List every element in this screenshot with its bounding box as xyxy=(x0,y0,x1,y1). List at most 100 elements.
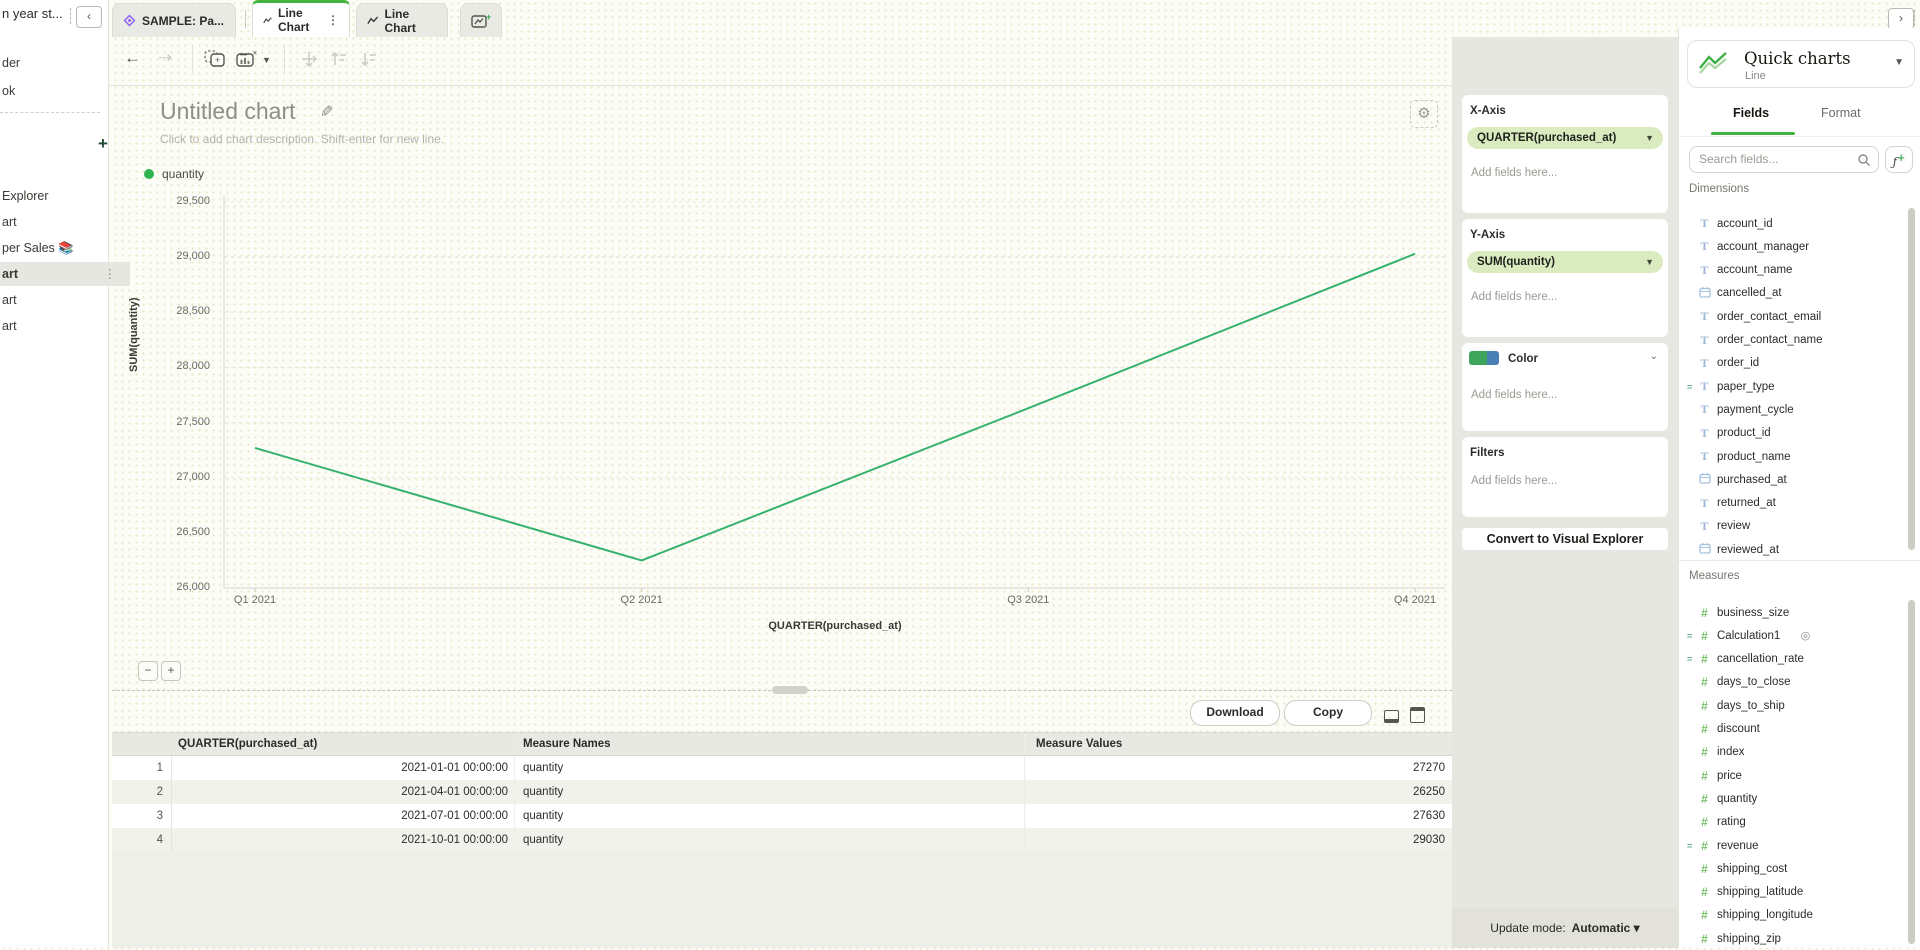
chart-settings-gear-icon[interactable]: ⚙ xyxy=(1410,100,1438,128)
measure-item-index[interactable]: #index xyxy=(1679,741,1904,764)
tab-line-chart[interactable]: Line Chart xyxy=(356,3,448,37)
column-header[interactable]: Measure Names xyxy=(515,733,1025,755)
column-header[interactable]: QUARTER(purchased_at) xyxy=(172,733,515,755)
table-row[interactable]: 42021-10-01 00:00:00quantity29030 xyxy=(112,828,1456,852)
sidebar-nav-item[interactable]: der xyxy=(2,56,20,70)
color-collapse-icon[interactable]: ⌄ xyxy=(1650,351,1658,362)
field-label: revenue xyxy=(1717,840,1759,852)
zoom-in-button[interactable]: + xyxy=(161,661,181,681)
dimension-item-paper_type[interactable]: =Tpaper_type xyxy=(1679,375,1904,398)
measure-item-rating[interactable]: #rating xyxy=(1679,811,1904,834)
convert-to-visual-explorer-button[interactable]: Convert to Visual Explorer xyxy=(1462,528,1668,550)
y-axis-title: SUM(quantity) xyxy=(128,297,140,372)
minimize-table-icon[interactable] xyxy=(1384,710,1399,723)
measure-item-days_to_close[interactable]: #days_to_close xyxy=(1679,671,1904,694)
dimension-item-order_id[interactable]: Torder_id xyxy=(1679,352,1904,375)
sidebar-nav-item[interactable]: ok xyxy=(2,84,15,98)
pill-caret-icon[interactable]: ▼ xyxy=(1645,127,1654,149)
table-row[interactable]: 12021-01-01 00:00:00quantity27270 xyxy=(112,756,1456,780)
filters-drop-placeholder[interactable]: Add fields here... xyxy=(1471,475,1557,487)
measure-item-shipping_longitude[interactable]: #shipping_longitude xyxy=(1679,904,1904,927)
dimension-item-account_id[interactable]: Taccount_id xyxy=(1679,212,1904,235)
measure-item-business_size[interactable]: #business_size xyxy=(1679,601,1904,624)
text-field-icon: T xyxy=(1698,519,1711,534)
edit-pencil-icon[interactable]: ✎ xyxy=(320,102,333,122)
number-field-icon: # xyxy=(1698,839,1711,853)
x-axis-drop-placeholder[interactable]: Add fields here... xyxy=(1471,167,1557,179)
sidebar-collapse-button[interactable]: ‹ xyxy=(76,6,102,28)
tab-format[interactable]: Format xyxy=(1821,106,1861,120)
chart-plot-area[interactable]: 26,00026,50027,00027,50028,00028,50029,0… xyxy=(108,190,1452,660)
add-page-button[interactable]: + xyxy=(98,134,108,154)
field-label: order_id xyxy=(1717,357,1759,369)
tab-sample-dataset[interactable]: SAMPLE: Pa... xyxy=(112,3,236,37)
series-line-quantity xyxy=(255,254,1415,561)
splitter-drag-handle[interactable] xyxy=(772,686,808,694)
column-header[interactable]: Measure Values xyxy=(1025,733,1456,755)
dimension-item-order_contact_name[interactable]: Torder_contact_name xyxy=(1679,329,1904,352)
dimension-item-review[interactable]: Treview xyxy=(1679,515,1904,538)
dimension-item-product_name[interactable]: Tproduct_name xyxy=(1679,445,1904,468)
search-fields-input[interactable]: Search fields... xyxy=(1689,146,1879,173)
table-row[interactable]: 22021-04-01 00:00:00quantity26250 xyxy=(112,780,1456,804)
measure-item-revenue[interactable]: =#revenue xyxy=(1679,834,1904,857)
measure-item-shipping_latitude[interactable]: #shipping_latitude xyxy=(1679,881,1904,904)
dimension-item-purchased_at[interactable]: purchased_at xyxy=(1679,468,1904,491)
dimension-item-account_manager[interactable]: Taccount_manager xyxy=(1679,235,1904,258)
cell-measure-name: quantity xyxy=(515,756,1025,780)
zoom-out-button[interactable]: − xyxy=(138,661,158,681)
dataset-icon xyxy=(123,14,136,27)
number-field-icon: # xyxy=(1698,932,1711,946)
maximize-table-icon[interactable] xyxy=(1410,707,1425,723)
new-chart-tab-button[interactable]: + xyxy=(460,3,502,37)
quick-charts-selector[interactable]: Quick charts Line ▼ xyxy=(1687,40,1915,88)
measure-item-cancellation_rate[interactable]: =#cancellation_rate xyxy=(1679,648,1904,671)
copy-button[interactable]: Copy xyxy=(1284,700,1372,726)
tab-fields[interactable]: Fields xyxy=(1733,106,1769,120)
measure-item-shipping_zip[interactable]: #shipping_zip xyxy=(1679,927,1904,950)
pill-caret-icon[interactable]: ▼ xyxy=(1645,251,1654,273)
measure-item-price[interactable]: #price xyxy=(1679,764,1904,787)
field-label: days_to_close xyxy=(1717,676,1791,688)
add-formula-button[interactable]: ƒ+ xyxy=(1885,146,1913,173)
left-sidebar: n year st... der ok Explorerartper Sales… xyxy=(0,0,109,948)
result-table[interactable]: QUARTER(purchased_at) Measure Names Meas… xyxy=(112,732,1456,852)
chart-title[interactable]: Untitled chart xyxy=(160,98,296,125)
dimension-item-order_contact_email[interactable]: Torder_contact_email xyxy=(1679,305,1904,328)
measure-item-quantity[interactable]: #quantity xyxy=(1679,787,1904,810)
dimension-item-reviewed_at[interactable]: reviewed_at xyxy=(1679,538,1904,561)
tab-menu-icon[interactable]: ⋮ xyxy=(327,13,339,27)
measure-item-discount[interactable]: #discount xyxy=(1679,718,1904,741)
x-axis-field-pill[interactable]: QUARTER(purchased_at) ▼ xyxy=(1467,127,1663,149)
remove-chart-icon[interactable]: × xyxy=(236,50,260,73)
y-axis-field-pill[interactable]: SUM(quantity) ▼ xyxy=(1467,251,1663,273)
cell-quarter: 2021-01-01 00:00:00 xyxy=(172,756,515,780)
chart-type-caret-icon[interactable]: ▼ xyxy=(262,55,271,65)
duplicate-chart-icon[interactable]: + xyxy=(204,50,226,73)
measure-item-Calculation1[interactable]: =#Calculation1◎ xyxy=(1679,624,1904,647)
quick-charts-caret-icon[interactable]: ▼ xyxy=(1894,57,1904,68)
dimension-item-cancelled_at[interactable]: cancelled_at xyxy=(1679,282,1904,305)
panel-expand-button[interactable]: › xyxy=(1888,8,1914,30)
measure-item-days_to_ship[interactable]: #days_to_ship xyxy=(1679,694,1904,717)
y-axis-drop-placeholder[interactable]: Add fields here... xyxy=(1471,291,1557,303)
calculated-field-icon: = xyxy=(1687,382,1692,392)
dimension-item-product_id[interactable]: Tproduct_id xyxy=(1679,422,1904,445)
tab-line-chart-active[interactable]: Line Chart ⋮ xyxy=(252,0,350,37)
field-label: index xyxy=(1717,746,1745,758)
measure-item-shipping_cost[interactable]: #shipping_cost xyxy=(1679,857,1904,880)
dimensions-scrollbar[interactable] xyxy=(1908,208,1915,550)
chart-legend[interactable]: quantity xyxy=(144,167,204,181)
dimension-item-account_name[interactable]: Taccount_name xyxy=(1679,259,1904,282)
table-row[interactable]: 32021-07-01 00:00:00quantity27630 xyxy=(112,804,1456,828)
chart-description-placeholder[interactable]: Click to add chart description. Shift-en… xyxy=(160,132,444,146)
download-button[interactable]: Download xyxy=(1190,700,1280,726)
undo-back-icon[interactable]: ← xyxy=(124,48,141,68)
dimension-item-payment_cycle[interactable]: Tpayment_cycle xyxy=(1679,398,1904,421)
text-field-icon: T xyxy=(1698,426,1711,441)
measures-scrollbar[interactable] xyxy=(1908,600,1915,944)
color-drop-placeholder[interactable]: Add fields here... xyxy=(1471,389,1557,401)
dimension-item-returned_at[interactable]: Treturned_at xyxy=(1679,492,1904,515)
field-badge-icon: ◎ xyxy=(1801,629,1811,642)
update-mode-dropdown[interactable]: Automatic ▾ xyxy=(1572,921,1640,935)
